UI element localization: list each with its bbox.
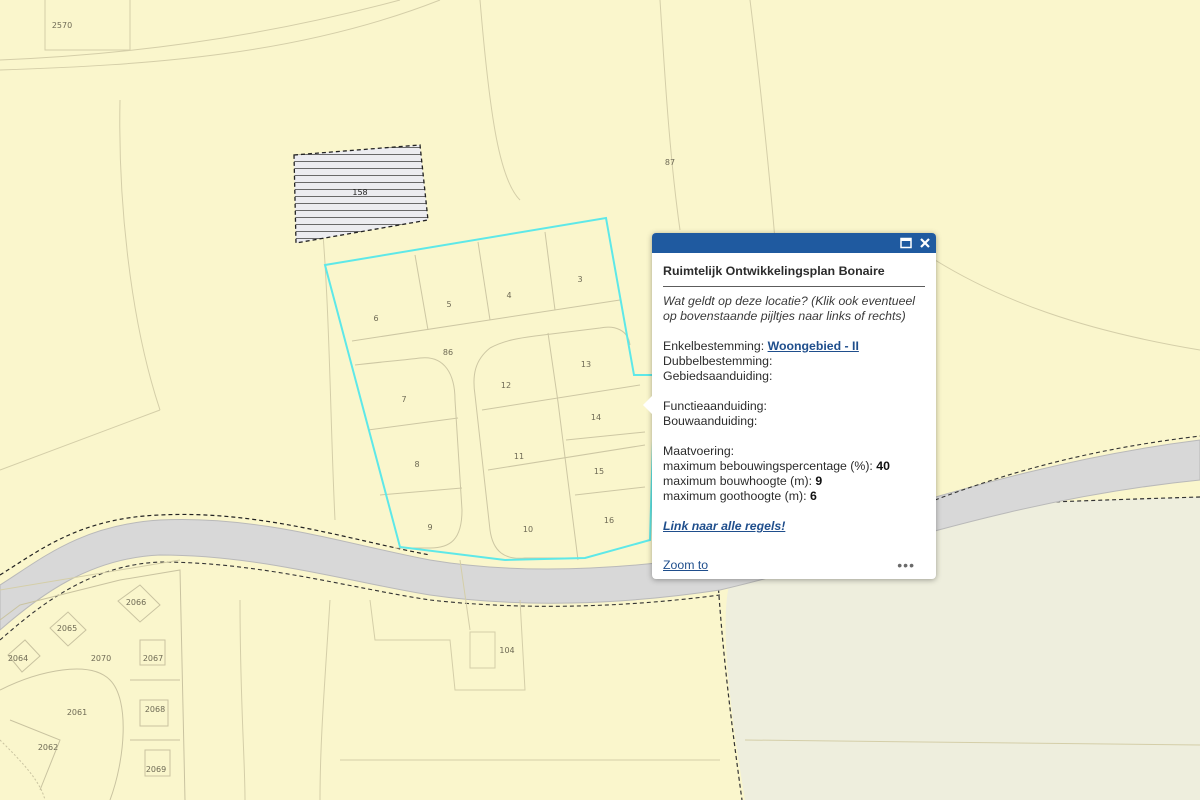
- max-goothoogte-label: maximum goothoogte (m):: [663, 489, 807, 503]
- max-goothoogte-row: maximum goothoogte (m): 6: [663, 489, 925, 504]
- max-bebouwing-value: 40: [876, 459, 890, 473]
- parcel-label: 6: [373, 314, 378, 323]
- max-goothoogte-value: 6: [809, 489, 817, 503]
- parcel-label: 16: [604, 516, 614, 525]
- close-icon[interactable]: [918, 236, 932, 250]
- popup-header: [652, 233, 936, 253]
- popup-title: Ruimtelijk Ontwikkelingsplan Bonaire: [663, 264, 925, 287]
- max-bebouwing-label: maximum bebouwingspercentage (%):: [663, 459, 873, 473]
- info-popup[interactable]: Ruimtelijk Ontwikkelingsplan Bonaire Wat…: [643, 233, 936, 579]
- parcel-label: 2062: [38, 743, 58, 752]
- dubbelbestemming-label: Dubbelbestemming:: [663, 354, 773, 368]
- parcel-label: 11: [514, 452, 524, 461]
- parcel-label: 2570: [52, 21, 72, 30]
- maatvoering-label: Maatvoering:: [663, 444, 735, 458]
- max-bebouwing-row: maximum bebouwingspercentage (%): 40: [663, 459, 925, 474]
- parcel-label: 13: [581, 360, 591, 369]
- functieaanduiding-label: Functieaanduiding:: [663, 399, 767, 413]
- parcel-label: 2068: [145, 705, 165, 714]
- parcel-label: 14: [591, 413, 601, 422]
- max-bouwhoogte-value: 9: [815, 474, 823, 488]
- parcel-label: 87: [665, 158, 675, 167]
- enkelbestemming-label: Enkelbestemming:: [663, 339, 765, 353]
- parcel-label: 2061: [67, 708, 87, 717]
- max-bouwhoogte-row: maximum bouwhoogte (m): 9: [663, 474, 925, 489]
- popup-footer: Zoom to •••: [663, 558, 925, 574]
- parcel-label: 2065: [57, 624, 77, 633]
- bouwaanduiding-label: Bouwaanduiding:: [663, 414, 758, 428]
- rules-link[interactable]: Link naar alle regels!: [663, 519, 785, 533]
- parcel-label: 3: [577, 275, 582, 284]
- parcel-label: 2070: [91, 654, 111, 663]
- popup-pointer: [643, 396, 652, 414]
- parcel-label: 12: [501, 381, 511, 390]
- popup-question: Wat geldt op deze locatie? (Klik ook eve…: [663, 294, 916, 323]
- popup-body: Ruimtelijk Ontwikkelingsplan Bonaire Wat…: [652, 253, 936, 534]
- parcel-label: 4: [506, 291, 511, 300]
- parcel-label: 5: [446, 300, 451, 309]
- zoom-to-link[interactable]: Zoom to: [663, 558, 708, 572]
- woongebied-link[interactable]: Woongebied - II: [768, 339, 859, 353]
- gebiedsaanduiding-label: Gebiedsaanduiding:: [663, 369, 773, 383]
- parcel-label: 15: [594, 467, 604, 476]
- enkelbestemming-row: Enkelbestemming: Woongebied - II: [663, 339, 925, 354]
- map-canvas[interactable]: 2570 87 158 6 5 4 3 86 13 12 7 14 8 11 1…: [0, 0, 1200, 800]
- parcel-label: 2064: [8, 654, 28, 663]
- parcel-label: 8: [414, 460, 419, 469]
- parcel-label: 86: [443, 348, 453, 357]
- parcel-label: 2067: [143, 654, 163, 663]
- parcel-label: 158: [352, 188, 367, 197]
- more-options-icon[interactable]: •••: [897, 558, 915, 572]
- parcel-label: 104: [499, 646, 514, 655]
- maximize-icon[interactable]: [900, 237, 912, 249]
- parcel-label: 10: [523, 525, 533, 534]
- parcel-label: 2069: [146, 765, 166, 774]
- parcel-label: 2066: [126, 598, 146, 607]
- parcel-label: 7: [401, 395, 406, 404]
- max-bouwhoogte-label: maximum bouwhoogte (m):: [663, 474, 812, 488]
- parcel-label: 9: [427, 523, 432, 532]
